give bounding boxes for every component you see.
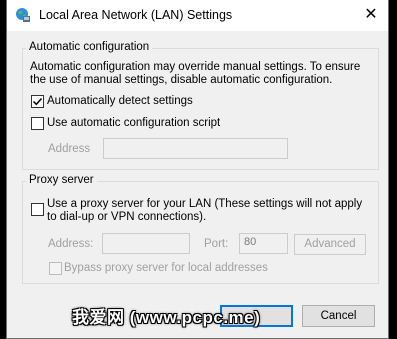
network-globe-icon <box>15 7 31 23</box>
automatic-configuration-description: Automatic configuration may override man… <box>30 61 361 86</box>
automatically-detect-label[interactable]: Automatically detect settings <box>47 95 193 107</box>
use-proxy-server-label[interactable]: Use a proxy server for your LAN (These s… <box>47 198 372 224</box>
script-address-label: Address <box>48 143 91 155</box>
bypass-local-checkbox[interactable] <box>49 262 62 275</box>
proxy-port-label: Port: <box>204 238 229 250</box>
proxy-address-input[interactable] <box>102 233 190 254</box>
proxy-address-label: Address: <box>48 238 94 250</box>
proxy-port-input[interactable]: 80 <box>239 233 288 254</box>
close-icon[interactable]: ✕ <box>358 2 384 28</box>
window-title: Local Area Network (LAN) Settings <box>39 8 233 22</box>
use-automatic-configuration-script-label[interactable]: Use automatic configuration script <box>47 117 220 129</box>
automatically-detect-checkbox[interactable] <box>31 95 44 108</box>
script-address-input[interactable] <box>103 138 288 159</box>
proxy-server-legend: Proxy server <box>26 174 97 186</box>
use-proxy-server-checkbox[interactable] <box>31 203 44 216</box>
title-bar: Local Area Network (LAN) Settings ✕ <box>7 0 388 31</box>
advanced-button[interactable]: Advanced <box>294 234 366 255</box>
watermark-text: 我爱网 (www.pcpc.me) <box>72 308 261 327</box>
automatic-configuration-legend: Automatic configuration <box>26 41 153 53</box>
cancel-button[interactable]: Cancel <box>302 305 375 327</box>
bypass-local-label[interactable]: Bypass proxy server for local addresses <box>64 262 268 274</box>
checkmark-icon <box>32 97 43 106</box>
use-automatic-configuration-script-checkbox[interactable] <box>31 117 44 130</box>
lan-settings-dialog: Local Area Network (LAN) Settings ✕ Auto… <box>6 0 389 339</box>
